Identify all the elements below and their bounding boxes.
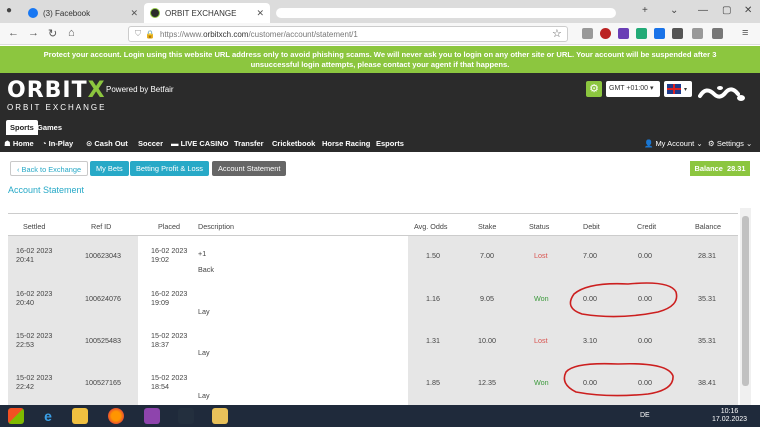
redacted-tabs	[276, 8, 616, 18]
language-indicator[interactable]: DE	[640, 412, 650, 419]
downloads-icon[interactable]	[712, 28, 723, 39]
orbit-icon	[150, 8, 160, 18]
extension-icon[interactable]	[600, 28, 611, 39]
forward-icon[interactable]: →	[28, 27, 39, 39]
orbit-exchange-subtitle: ORBIT EXCHANGE	[7, 103, 107, 112]
cashout-icon: ⊙	[86, 139, 93, 148]
windows-start-icon[interactable]	[8, 408, 24, 424]
reload-icon[interactable]: ↻	[48, 27, 57, 40]
browser-nav-bar: ← → ↻ ⌂ ⛉ 🔒 https://www.orbitxch.com/cus…	[0, 23, 760, 45]
bookmark-star-icon[interactable]: ☆	[552, 27, 562, 40]
phishing-warning-banner: Protect your account. Login using this w…	[0, 46, 760, 73]
close-window-icon[interactable]: ✕	[744, 5, 752, 16]
app-icon[interactable]	[212, 408, 228, 424]
settings-gear-button[interactable]: ⚙	[586, 81, 602, 97]
browser-menu-icon[interactable]: ●	[6, 5, 12, 16]
section-tabs: Sports Games	[0, 118, 760, 136]
home-icon: ☗	[4, 139, 11, 148]
my-bets-button[interactable]: My Bets	[90, 161, 129, 176]
lock-icon: 🔒	[145, 29, 155, 39]
orbitx-logo[interactable]: ORBITX	[7, 78, 106, 103]
maximize-icon[interactable]: ▢	[722, 5, 731, 16]
extension-icon[interactable]	[582, 28, 593, 39]
close-icon[interactable]: ✕	[130, 8, 138, 19]
close-icon[interactable]: ✕	[256, 8, 264, 19]
tab-games[interactable]: Games	[33, 120, 66, 135]
menu-cashout[interactable]: ⊙ Cash Out	[86, 136, 128, 152]
shield-icon: ⛉	[135, 29, 141, 38]
scrollbar-thumb[interactable]	[742, 216, 749, 386]
vertical-scrollbar[interactable]	[740, 208, 751, 405]
menu-esports[interactable]: Esports	[376, 136, 404, 152]
browser-tab-bar: ● (3) Facebook ✕ ORBIT EXCHANGE ✕ + ⌄ — …	[0, 0, 760, 23]
clock-time: 10:16	[720, 408, 739, 415]
red-annotation-circles	[563, 282, 678, 397]
windows-taskbar: e DE 10:16 17.02.2023	[0, 405, 760, 427]
gear-icon: ⚙	[708, 139, 715, 148]
file-explorer-icon[interactable]	[72, 408, 88, 424]
chevron-down-icon: ⌄	[696, 139, 703, 148]
profit-loss-button[interactable]: Betting Profit & Loss	[130, 161, 209, 176]
internet-explorer-icon[interactable]: e	[40, 408, 56, 424]
amazon-music-icon[interactable]	[178, 408, 194, 424]
uk-flag-icon	[667, 84, 681, 94]
chevron-down-icon: ▾	[649, 85, 654, 92]
home-icon[interactable]: ⌂	[68, 27, 75, 39]
user-icon: 👤	[644, 139, 654, 148]
address-bar[interactable]: ⛉ 🔒 https://www.orbitxch.com/customer/ac…	[128, 26, 568, 42]
chevron-down-icon[interactable]: ⌄	[670, 5, 678, 16]
chevron-down-icon: ▾	[684, 86, 688, 93]
extension-icon[interactable]	[692, 28, 703, 39]
tab-label: (3) Facebook	[43, 8, 91, 18]
new-tab-icon[interactable]: +	[642, 5, 648, 16]
firefox-icon[interactable]	[108, 408, 124, 424]
timezone-select[interactable]: GMT +01:00 ▾	[606, 81, 660, 97]
annotation-circle-row4	[563, 362, 674, 397]
tab-orbit-exchange[interactable]: ORBIT EXCHANGE ✕	[144, 3, 270, 23]
menu-transfer[interactable]: Transfer	[234, 136, 264, 152]
tab-facebook[interactable]: (3) Facebook ✕	[22, 3, 144, 23]
minimize-icon[interactable]: —	[698, 5, 708, 16]
main-menu: ☗ Home ◔ In-Play ⊙ Cash Out Soccer ▬ LIV…	[0, 136, 760, 152]
banner-line-1: Protect your account. Login using this w…	[43, 50, 717, 59]
clock-icon: ◔	[42, 139, 47, 148]
app-icon[interactable]	[144, 408, 160, 424]
taskbar-clock[interactable]: 10:16 17.02.2023	[712, 408, 747, 424]
chevron-down-icon: ⌄	[746, 139, 753, 148]
banner-line-2: unsuccessful login attempts, please cont…	[250, 60, 510, 69]
statement-table: Settled Ref ID Placed Description Avg. O…	[8, 213, 738, 405]
powered-by-text: Powered by Betfair	[106, 85, 174, 94]
site-header: ORBITX Powered by Betfair ORBIT EXCHANGE…	[0, 73, 760, 118]
url-text: https://www.orbitxch.com/customer/accoun…	[159, 29, 358, 39]
annotation-circle-row2	[569, 282, 678, 318]
menu-settings[interactable]: ⚙ Settings ⌄	[708, 136, 752, 152]
balance-badge: Balance 28.31	[690, 161, 750, 176]
menu-inplay[interactable]: ◔ In-Play	[42, 136, 73, 152]
redacted-username	[698, 86, 745, 101]
extension-icon[interactable]	[636, 28, 647, 39]
page-title: Account Statement	[8, 185, 85, 195]
menu-horse-racing[interactable]: Horse Racing	[322, 136, 370, 152]
menu-home[interactable]: ☗ Home	[4, 136, 34, 152]
menu-my-account[interactable]: 👤 My Account ⌄	[644, 136, 703, 152]
extension-icon[interactable]	[654, 28, 665, 39]
menu-icon[interactable]: ≡	[742, 27, 748, 39]
menu-live-casino[interactable]: ▬ LIVE CASINO	[171, 136, 229, 152]
menu-cricketbook[interactable]: Cricketbook	[272, 136, 315, 152]
back-icon[interactable]: ←	[8, 27, 19, 39]
extension-icon[interactable]	[618, 28, 629, 39]
chevron-left-icon: ‹	[17, 165, 20, 174]
account-statement-button[interactable]: Account Statement	[212, 161, 287, 176]
back-to-exchange-button[interactable]: ‹ Back to Exchange	[10, 161, 89, 176]
translate-icon[interactable]	[672, 28, 683, 39]
tab-label: ORBIT EXCHANGE	[165, 8, 237, 18]
language-select[interactable]: ▾	[664, 81, 692, 97]
menu-soccer[interactable]: Soccer	[138, 136, 163, 152]
casino-icon: ▬	[171, 139, 179, 148]
facebook-icon	[28, 8, 38, 18]
clock-date: 17.02.2023	[712, 416, 748, 423]
tab-redacted[interactable]	[270, 3, 630, 23]
